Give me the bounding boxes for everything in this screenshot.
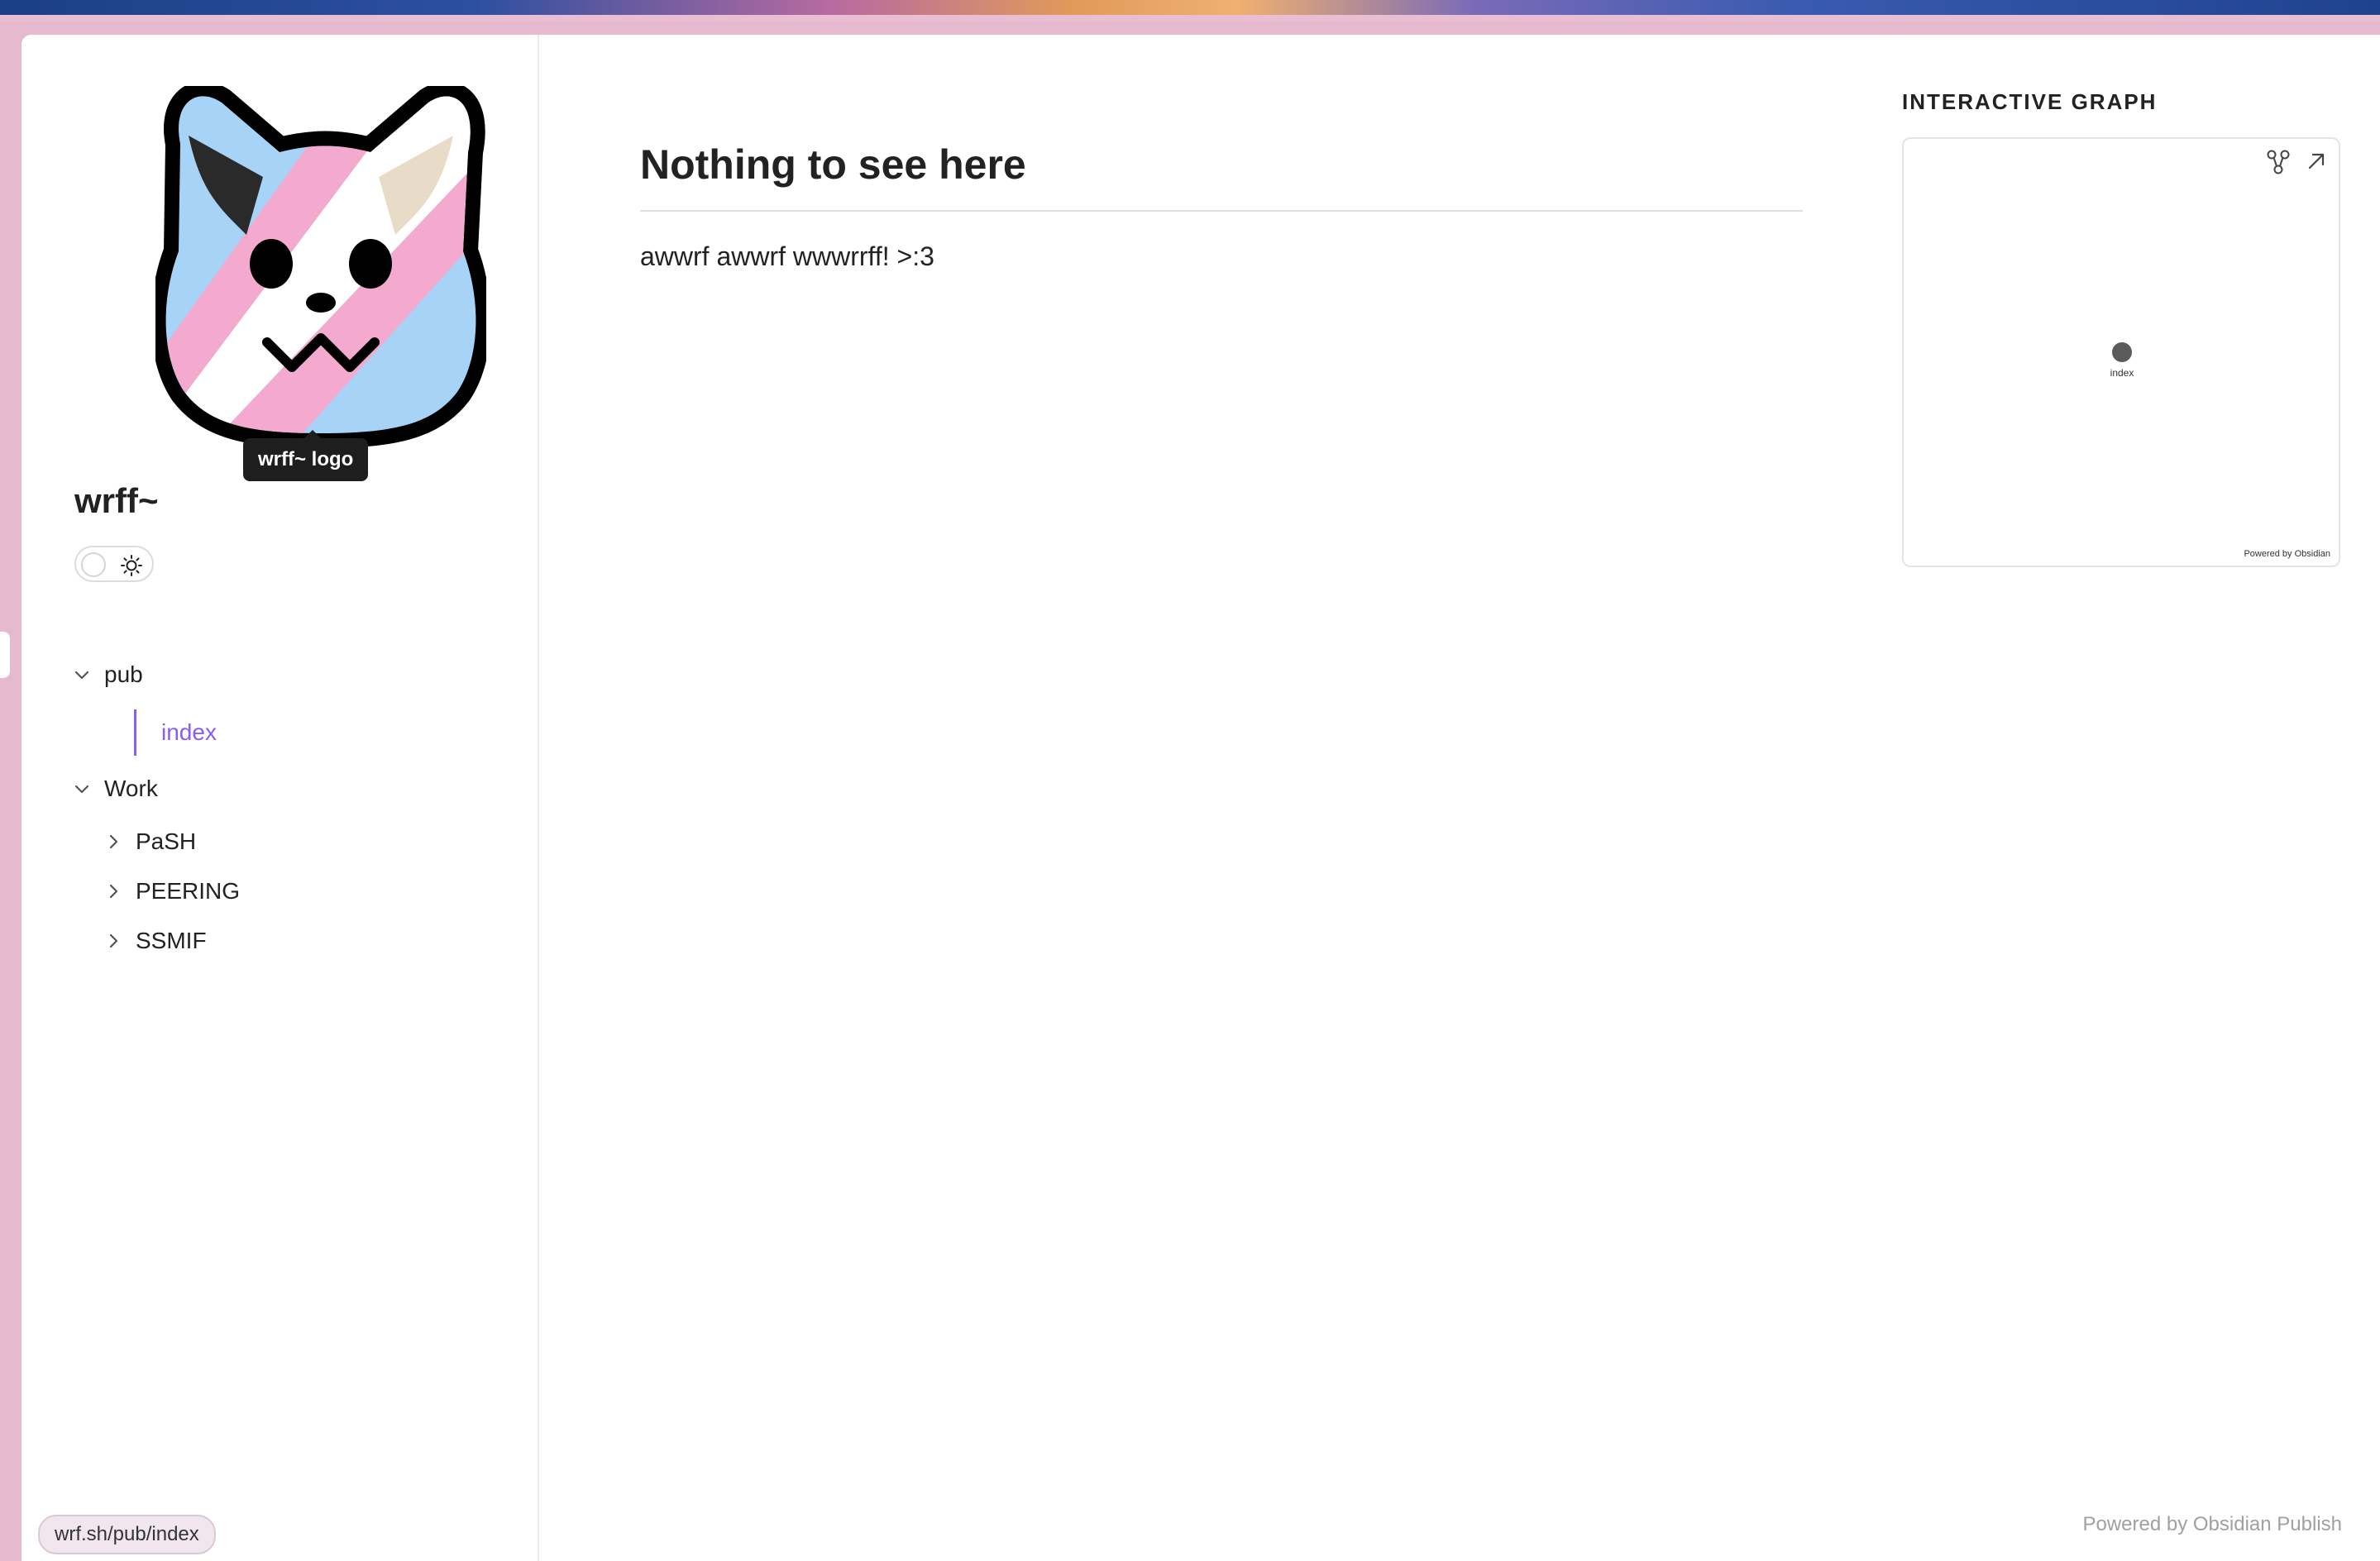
graph-heading: INTERACTIVE GRAPH — [1902, 89, 2158, 114]
graph-node[interactable] — [2112, 342, 2132, 362]
file-label: index — [161, 719, 217, 745]
window-edge-handle — [0, 632, 10, 678]
toggle-knob — [81, 552, 106, 577]
chevron-right-icon — [109, 933, 118, 948]
file-index[interactable]: index — [134, 709, 217, 756]
main-content: Nothing to see here awwrf awwrf wwwrrff!… — [539, 35, 2380, 1561]
folder-ssmif[interactable]: SSMIF — [103, 921, 207, 961]
folder-label: pub — [104, 661, 143, 687]
site-name[interactable]: wrff~ — [74, 481, 159, 521]
site-logo[interactable] — [155, 86, 486, 450]
folder-peering[interactable]: PEERING — [103, 871, 240, 911]
chevron-right-icon — [109, 834, 118, 849]
folder-label: SSMIF — [136, 928, 207, 953]
chevron-right-icon — [109, 884, 118, 899]
interactive-graph-panel[interactable]: index Powered by Obsidian — [1902, 137, 2340, 567]
folder-pub[interactable]: pub — [71, 655, 143, 695]
powered-by-publish-link[interactable]: Powered by Obsidian Publish — [2082, 1513, 2342, 1536]
logo-tooltip: wrff~ logo — [243, 430, 369, 481]
expand-arrow-icon[interactable] — [2306, 150, 2327, 172]
folder-label: PaSH — [136, 828, 197, 854]
desktop-wallpaper-strip — [0, 0, 2380, 21]
graph-powered-by[interactable]: Powered by Obsidian — [2244, 549, 2330, 559]
sun-icon — [121, 555, 142, 576]
folder-label: PEERING — [136, 878, 241, 904]
theme-toggle[interactable] — [74, 546, 154, 582]
folder-work[interactable]: Work — [71, 769, 158, 809]
chevron-down-icon — [74, 785, 89, 794]
page-title: Nothing to see here — [640, 141, 1803, 212]
folder-pash[interactable]: PaSH — [103, 822, 196, 862]
page-body-text: awwrf awwrf wwwrrff! >:3 — [640, 241, 934, 271]
graph-settings-icon[interactable] — [2266, 149, 2291, 175]
graph-node-label: index — [2110, 367, 2134, 379]
browser-window: wrff~ logo wrff~ pub index Work PaSH PEE… — [22, 35, 2380, 1561]
status-url-pill: wrf.sh/pub/index — [38, 1515, 216, 1554]
left-sidebar: wrff~ logo wrff~ pub index Work PaSH PEE… — [22, 35, 539, 1561]
chevron-down-icon — [74, 671, 89, 680]
folder-label: Work — [104, 776, 158, 801]
